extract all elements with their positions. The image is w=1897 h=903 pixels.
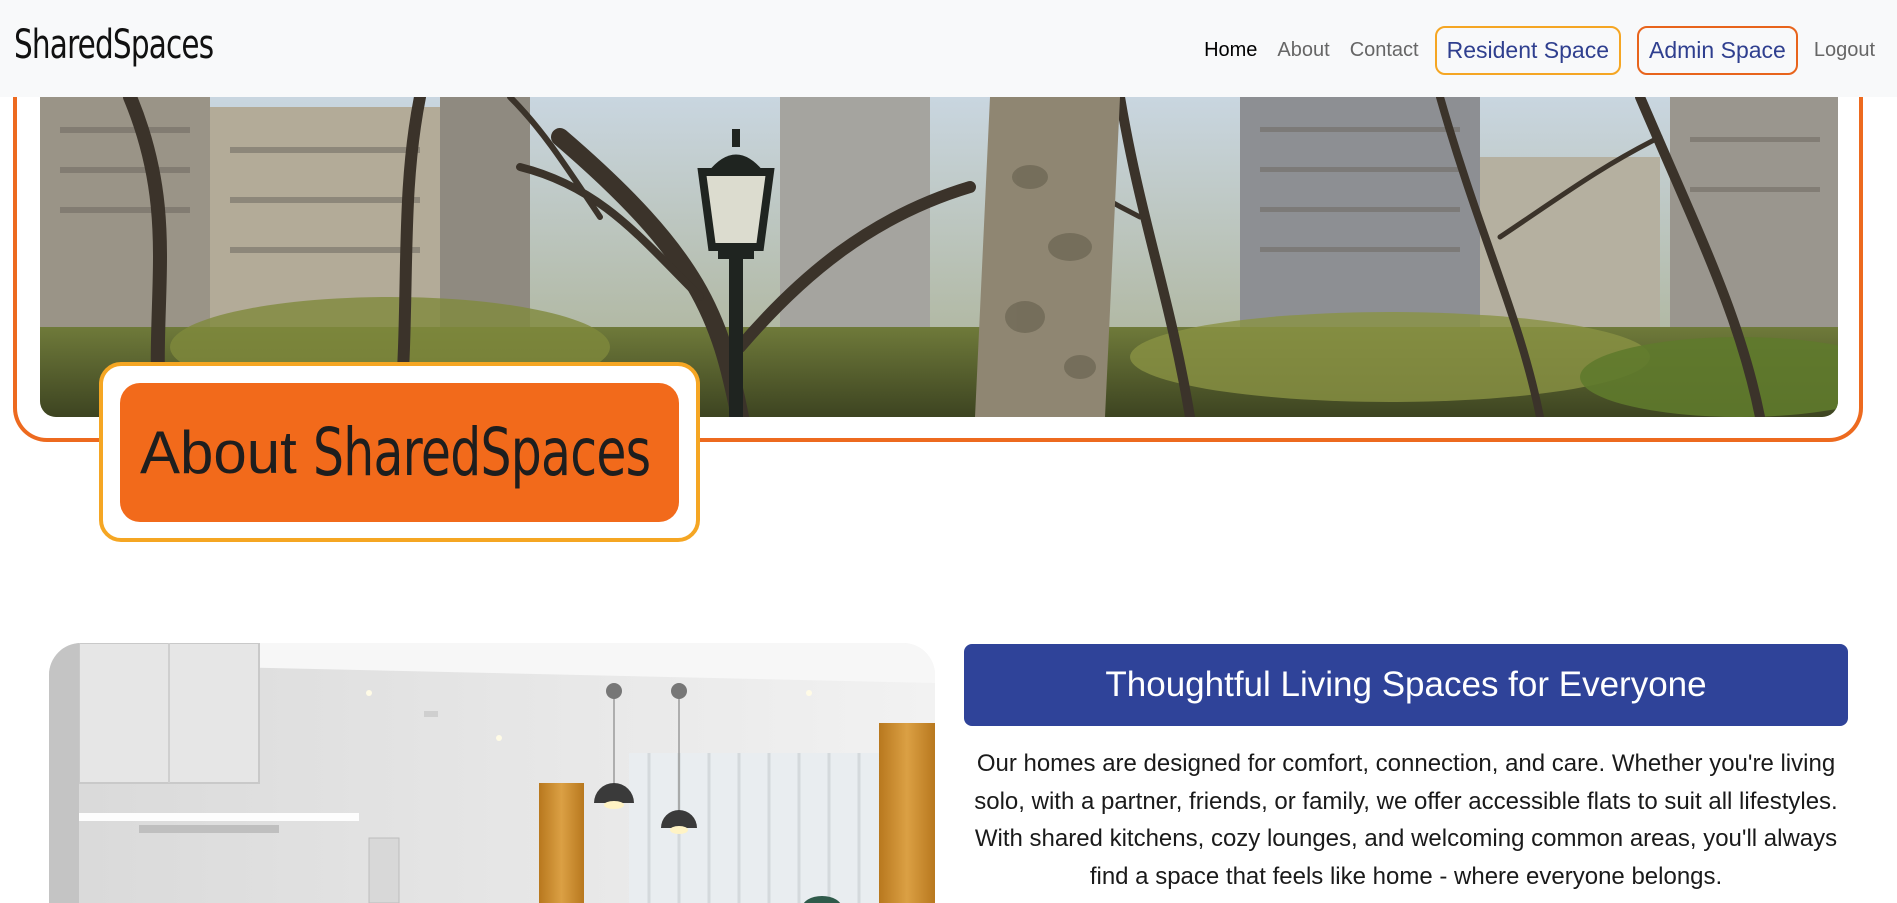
nav-home-link[interactable]: Home bbox=[1194, 39, 1267, 62]
section-body-text: Our homes are designed for comfort, conn… bbox=[974, 750, 1838, 890]
about-heading-box: About SharedSpaces bbox=[120, 383, 679, 522]
section-title-banner: Thoughtful Living Spaces for Everyone bbox=[964, 644, 1848, 726]
resident-space-button[interactable]: Resident Space bbox=[1434, 25, 1622, 75]
nav-contact-link[interactable]: Contact bbox=[1340, 39, 1429, 62]
section-title: Thoughtful Living Spaces for Everyone bbox=[1105, 665, 1707, 704]
nav-about-link[interactable]: About bbox=[1267, 39, 1339, 62]
brand-logo[interactable]: SharedSpaces bbox=[14, 22, 214, 68]
nav-links: Home About Contact Resident Space Admin … bbox=[1194, 24, 1885, 76]
about-heading-brand: SharedSpaces bbox=[312, 414, 651, 491]
living-room-image bbox=[49, 643, 935, 903]
nav-logout-link[interactable]: Logout bbox=[1804, 39, 1885, 62]
navbar: SharedSpaces Home About Contact Resident… bbox=[0, 0, 1897, 97]
about-heading-word: About bbox=[140, 419, 297, 486]
admin-space-button[interactable]: Admin Space bbox=[1637, 25, 1798, 75]
